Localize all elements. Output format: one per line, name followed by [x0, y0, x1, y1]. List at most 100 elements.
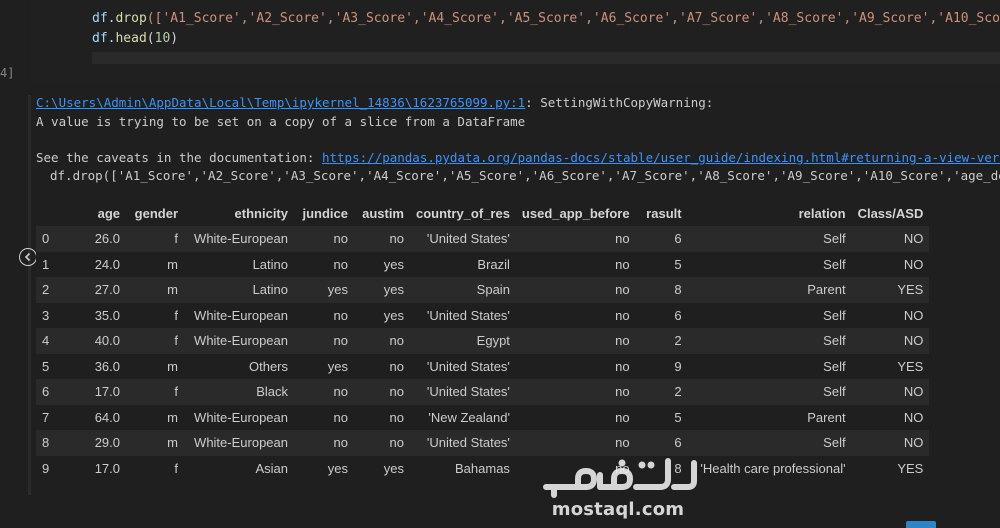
- column-header-jundice: jundice: [302, 206, 348, 221]
- cell-age: 17.0: [94, 460, 120, 476]
- cell-class: NO: [903, 231, 924, 247]
- editor-horizontal-scrollbar[interactable]: [92, 52, 1000, 64]
- cell-age: 27.0: [94, 282, 120, 298]
- cell-result: 6: [674, 231, 682, 247]
- cell-class: YES: [897, 282, 924, 298]
- column-header-ethnicity: ethnicity: [234, 206, 288, 221]
- cell-austim: no: [389, 409, 404, 425]
- cell-result: 2: [674, 384, 682, 400]
- cell-index: 4: [42, 333, 50, 349]
- cell-index: 0: [42, 231, 50, 247]
- cell-gender: m: [167, 358, 178, 374]
- cell-ethnicity: White-European: [194, 307, 288, 323]
- cell-age: 35.0: [94, 307, 120, 323]
- cell-relation: Self: [823, 231, 846, 247]
- code-token-args: (['A1_Score','A2_Score','A3_Score','A4_S…: [146, 11, 1000, 26]
- cell-relation: 'Health care professional': [700, 460, 846, 476]
- cell-index: 6: [42, 384, 50, 400]
- cell-age: 24.0: [94, 256, 120, 272]
- column-header-relation: relation: [798, 206, 846, 221]
- cell-austim: no: [389, 333, 404, 349]
- mostaql-watermark-logo: mostaql.com: [538, 455, 698, 521]
- dataframe-table: age gender ethnicity jundice austim coun…: [36, 201, 930, 481]
- cell-austim: yes: [383, 282, 404, 298]
- cell-result: 8: [674, 282, 682, 298]
- cell-relation: Self: [823, 358, 846, 374]
- cell-jundice: no: [333, 333, 348, 349]
- code-cell[interactable]: df.drop(['A1_Score','A2_Score','A3_Score…: [30, 0, 1000, 84]
- cell-result: 9: [674, 358, 682, 374]
- column-header-used-app: used_app_before: [521, 206, 630, 221]
- cell-country: 'United States': [426, 435, 510, 451]
- cell-gender: m: [167, 256, 178, 272]
- cell-relation: Self: [823, 307, 846, 323]
- cell-jundice: no: [333, 435, 348, 451]
- cell-gender: f: [174, 307, 178, 323]
- cell-austim: yes: [383, 460, 404, 476]
- cell-ethnicity: Latino: [252, 256, 288, 272]
- column-header-result: rasult: [646, 206, 682, 221]
- cell-result: 5: [674, 409, 682, 425]
- warning-code-echo: df.drop(['A1_Score','A2_Score','A3_Score…: [50, 168, 1000, 183]
- cell-country: Bahamas: [455, 460, 510, 476]
- chevron-left-circle-icon[interactable]: [19, 248, 37, 266]
- cell-jundice: no: [333, 256, 348, 272]
- code-line-1[interactable]: df.drop(['A1_Score','A2_Score','A3_Score…: [92, 11, 1000, 26]
- warning-file-link[interactable]: C:\Users\Admin\AppData\Local\Temp\ipyker…: [36, 95, 525, 110]
- execution-count: 4]: [0, 66, 15, 80]
- cell-country: Egypt: [476, 333, 510, 349]
- cell-austim: no: [389, 358, 404, 374]
- output-gutter: [28, 95, 31, 495]
- cell-gender: f: [174, 384, 178, 400]
- cell-index: 5: [42, 358, 50, 374]
- cell-country: 'United States': [426, 384, 510, 400]
- column-header-country: country_of_res: [416, 206, 510, 221]
- code-token-fn: head: [115, 31, 147, 46]
- cell-ethnicity: White-European: [194, 409, 288, 425]
- caveats-prefix: See the caveats in the documentation:: [36, 150, 322, 165]
- cell-used-app: no: [615, 282, 630, 298]
- cell-relation: Self: [823, 435, 846, 451]
- cell-gender: f: [174, 333, 178, 349]
- code-token-df: df.: [92, 31, 116, 46]
- code-line-2[interactable]: df.head(10): [92, 31, 178, 46]
- cell-gender: f: [174, 231, 178, 247]
- code-token-num: 10: [154, 31, 171, 46]
- table-row: 8 29.0 m White-European no no 'United States' n…: [36, 430, 930, 456]
- cell-gender: m: [167, 282, 178, 298]
- cell-ethnicity: Black: [256, 384, 288, 400]
- table-row: 7 64.0 m White-European no no 'New Zealand' no 5…: [36, 404, 930, 430]
- cell-austim: yes: [383, 307, 404, 323]
- warning-line: C:\Users\Admin\AppData\Local\Temp\ipyker…: [36, 95, 713, 110]
- cell-ethnicity: White-European: [194, 333, 288, 349]
- cell-ethnicity: Others: [248, 358, 288, 374]
- cell-class: NO: [903, 384, 924, 400]
- notebook-page: 4] df.drop(['A1_Score','A2_Score','A3_Sc…: [0, 0, 1000, 528]
- cell-jundice: yes: [327, 282, 348, 298]
- cell-index: 1: [42, 256, 50, 272]
- cell-age: 17.0: [94, 384, 120, 400]
- cell-austim: yes: [383, 256, 404, 272]
- cell-used-app: no: [615, 231, 630, 247]
- cell-ethnicity: Asian: [255, 460, 288, 476]
- cell-index: 3: [42, 307, 50, 323]
- cell-austim: no: [389, 435, 404, 451]
- table-row: 4 40.0 f White-European no no Egypt no 2 Self NO: [36, 328, 930, 354]
- warning-suffix: : SettingWithCopyWarning:: [525, 95, 714, 110]
- cell-index: 2: [42, 282, 50, 298]
- code-token-open: (: [146, 31, 155, 46]
- column-header-index: [36, 201, 70, 226]
- cell-country: 'United States': [426, 358, 510, 374]
- watermark-url: mostaql.com: [551, 499, 685, 520]
- cell-jundice: no: [333, 409, 348, 425]
- code-token-df: df.: [92, 11, 116, 26]
- status-indicator[interactable]: [906, 521, 936, 528]
- cell-country: Spain: [476, 282, 510, 298]
- documentation-link[interactable]: https://pandas.pydata.org/pandas-docs/st…: [322, 150, 1000, 165]
- cell-result: 5: [674, 256, 682, 272]
- cell-gender: f: [174, 460, 178, 476]
- cell-used-app: no: [615, 358, 630, 374]
- cell-relation: Parent: [807, 282, 846, 298]
- cell-used-app: no: [615, 256, 630, 272]
- cell-result: 6: [674, 435, 682, 451]
